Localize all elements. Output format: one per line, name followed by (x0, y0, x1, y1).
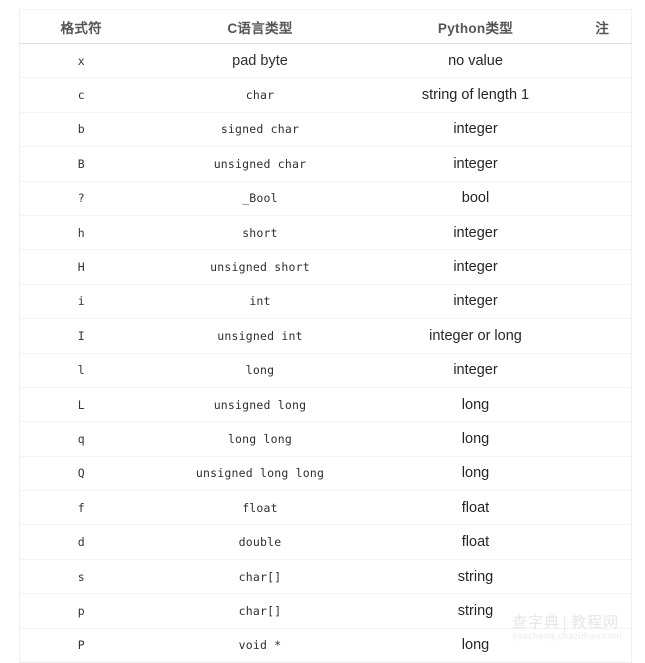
cell-python-type: bool (377, 181, 574, 216)
table-row: Hunsigned short integer (19, 249, 632, 285)
table-row: Lunsigned long long (19, 387, 632, 423)
cell-format-char: c (19, 77, 143, 113)
cell-c-type: unsigned char (142, 146, 378, 182)
cell-c-type: short (142, 215, 378, 251)
table-body: x pad byte no value c char string of length 1… (19, 43, 632, 663)
cell-c-type: char (142, 77, 378, 113)
cell-format-char: q (19, 421, 143, 457)
cell-format-char: l (19, 353, 143, 388)
cell-note (573, 421, 632, 457)
cell-python-type: string (377, 559, 574, 595)
cell-c-type: double (142, 524, 378, 560)
table-row: Pvoid * long (19, 628, 632, 663)
cell-c-type: unsigned long (142, 387, 378, 423)
cell-note (573, 77, 632, 113)
cell-format-char: Q (19, 456, 143, 492)
cell-format-char: h (19, 215, 143, 251)
cell-c-type: unsigned int (142, 318, 378, 354)
cell-python-type: integer or long (377, 318, 574, 354)
cell-c-type: char[] (142, 593, 378, 629)
table-row: Iunsigned int integer or long (19, 318, 632, 354)
cell-format-char: f (19, 490, 143, 526)
cell-format-char: P (19, 628, 143, 663)
cell-c-type: float (142, 490, 378, 526)
cell-note (573, 318, 632, 354)
table-row: Qunsigned long long long (19, 456, 632, 492)
cell-python-type: float (377, 490, 574, 526)
column-header-format-char: 格式符 (19, 9, 143, 44)
cell-c-type: _Bool (142, 181, 378, 216)
cell-python-type: string (377, 593, 574, 629)
cell-format-char: I (19, 318, 143, 354)
cell-c-type: long (142, 353, 378, 388)
cell-note (573, 628, 632, 663)
cell-c-type: long long (142, 421, 378, 457)
cell-note (573, 353, 632, 388)
table-row: p char[] string (19, 593, 632, 629)
struct-format-table: 格式符 C语言类型 Python类型 注 x pad byte no value c c… (19, 9, 632, 663)
table-header: 格式符 C语言类型 Python类型 注 (19, 9, 632, 44)
cell-python-type: integer (377, 215, 574, 251)
table-row: ? _Bool bool (19, 181, 632, 216)
cell-python-type: long (377, 628, 574, 663)
cell-format-char: d (19, 524, 143, 560)
cell-note (573, 490, 632, 526)
cell-c-type: void * (142, 628, 378, 663)
cell-python-type: integer (377, 112, 574, 148)
cell-note (573, 593, 632, 629)
table-row: i int integer (19, 284, 632, 320)
cell-note (573, 215, 632, 251)
cell-format-char: L (19, 387, 143, 423)
cell-note (573, 249, 632, 285)
cell-format-char: x (19, 43, 143, 79)
table-row: x pad byte no value (19, 43, 632, 79)
cell-note (573, 456, 632, 492)
cell-format-char: s (19, 559, 143, 595)
cell-python-type: long (377, 387, 574, 423)
cell-format-char: i (19, 284, 143, 320)
column-header-c-type: C语言类型 (142, 9, 378, 44)
cell-note (573, 284, 632, 320)
table-row: b signed char integer (19, 112, 632, 148)
cell-note (573, 146, 632, 182)
table-row: l long integer (19, 353, 632, 388)
cell-c-type: int (142, 284, 378, 320)
table-row: Bunsigned char integer (19, 146, 632, 182)
cell-python-type: integer (377, 353, 574, 388)
cell-c-type: unsigned long long (142, 456, 378, 492)
cell-format-char: ? (19, 181, 143, 216)
cell-note (573, 559, 632, 595)
cell-python-type: long (377, 421, 574, 457)
cell-format-char: b (19, 112, 143, 148)
cell-python-type: integer (377, 249, 574, 285)
cell-note (573, 524, 632, 560)
cell-c-type: signed char (142, 112, 378, 148)
table-header-row: 格式符 C语言类型 Python类型 注 (19, 9, 632, 44)
cell-note (573, 387, 632, 423)
cell-python-type: no value (377, 43, 574, 79)
cell-note (573, 181, 632, 216)
column-header-note: 注 (573, 9, 632, 44)
table-row: q long long long (19, 421, 632, 457)
table-row: f float float (19, 490, 632, 526)
column-header-python-type: Python类型 (377, 9, 574, 44)
table-row: s char[] string (19, 559, 632, 595)
cell-format-char: p (19, 593, 143, 629)
cell-note (573, 43, 632, 79)
cell-c-type: char[] (142, 559, 378, 595)
table-row: d double float (19, 524, 632, 560)
cell-c-type: unsigned short (142, 249, 378, 285)
cell-c-type: pad byte (142, 43, 378, 79)
cell-python-type: integer (377, 284, 574, 320)
cell-python-type: integer (377, 146, 574, 182)
cell-format-char: H (19, 249, 143, 285)
table-row: h short integer (19, 215, 632, 251)
cell-python-type: float (377, 524, 574, 560)
cell-python-type: string of length 1 (377, 77, 574, 113)
cell-python-type: long (377, 456, 574, 492)
struct-format-table-container: 格式符 C语言类型 Python类型 注 x pad byte no value c c… (19, 9, 632, 663)
table-row: c char string of length 1 (19, 77, 632, 113)
cell-format-char: B (19, 146, 143, 182)
cell-note (573, 112, 632, 148)
